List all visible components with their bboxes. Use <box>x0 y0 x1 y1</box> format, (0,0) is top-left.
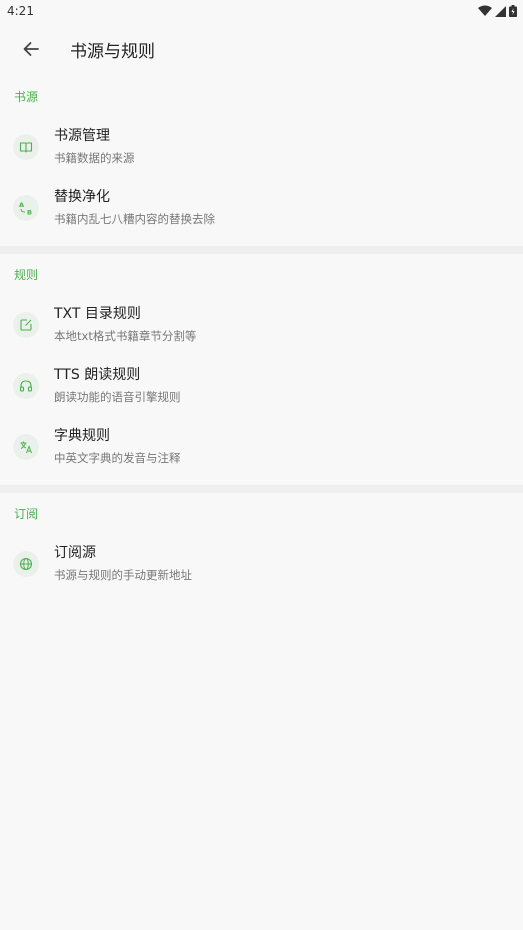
signal-icon <box>495 5 506 17</box>
svg-text:A: A <box>19 201 24 209</box>
item-title: 字典规则 <box>54 428 110 444</box>
menu-item-dictionary-rules[interactable]: 字典规则 中英文字典的发音与注释 <box>0 416 523 477</box>
status-bar: 4:21 <box>0 0 523 22</box>
section-divider <box>0 485 523 493</box>
item-subtitle: 朗读功能的语音引擎规则 <box>54 390 181 404</box>
wifi-icon <box>478 5 492 16</box>
back-button[interactable] <box>14 32 48 66</box>
menu-item-replace-purify[interactable]: A B 替换净化 书籍内乱七八糟内容的替换去除 <box>0 177 523 238</box>
item-subtitle: 书籍数据的来源 <box>54 151 135 165</box>
page-title: 书源与规则 <box>70 41 155 62</box>
item-title: 书源管理 <box>54 128 110 144</box>
section-header-sources: 书源 <box>14 89 39 104</box>
book-icon <box>13 133 39 160</box>
section-rules: 规则 TXT 目录规则 本地txt格式书籍章节分割等 TTS 朗读规则 朗读功能… <box>0 254 523 485</box>
section-subscription: 订阅 订阅源 书源与规则的手动更新地址 <box>0 493 523 594</box>
item-subtitle: 书源与规则的手动更新地址 <box>54 568 192 582</box>
item-subtitle: 中英文字典的发音与注释 <box>54 451 181 465</box>
menu-item-subscription-source[interactable]: 订阅源 书源与规则的手动更新地址 <box>0 533 523 594</box>
status-time: 4:21 <box>7 4 34 18</box>
menu-item-tts-rules[interactable]: TTS 朗读规则 朗读功能的语音引擎规则 <box>0 355 523 416</box>
status-icons <box>478 5 517 17</box>
app-bar: 书源与规则 <box>0 22 523 76</box>
globe-icon <box>13 550 39 577</box>
item-title: 订阅源 <box>54 545 96 561</box>
item-subtitle: 书籍内乱七八糟内容的替换去除 <box>54 212 215 226</box>
section-sources: 书源 书源管理 书籍数据的来源 A B 替换净化 书籍内乱七八糟内容的替换去除 <box>0 76 523 246</box>
battery-icon <box>509 5 517 17</box>
item-title: 替换净化 <box>54 189 110 205</box>
menu-item-book-source-management[interactable]: 书源管理 书籍数据的来源 <box>0 116 523 177</box>
translate-icon <box>13 433 39 460</box>
item-subtitle: 本地txt格式书籍章节分割等 <box>54 329 197 343</box>
replace-ab-icon: A B <box>13 194 39 221</box>
menu-item-txt-toc-rules[interactable]: TXT 目录规则 本地txt格式书籍章节分割等 <box>0 294 523 355</box>
arrow-left-icon <box>23 42 39 56</box>
section-header-subscription: 订阅 <box>14 506 39 521</box>
section-header-rules: 规则 <box>14 267 39 282</box>
edit-box-icon <box>13 311 39 338</box>
item-title: TXT 目录规则 <box>54 306 141 322</box>
item-title: TTS 朗读规则 <box>54 367 141 383</box>
section-divider <box>0 246 523 254</box>
svg-text:B: B <box>27 208 32 216</box>
headphones-icon <box>13 372 39 399</box>
